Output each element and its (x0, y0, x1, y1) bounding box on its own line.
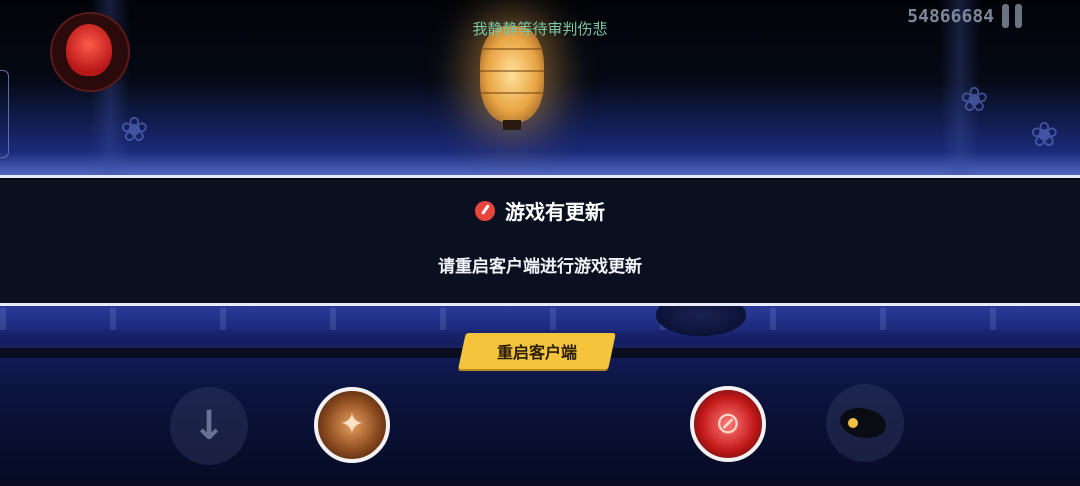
pause-button[interactable] (1002, 4, 1024, 28)
fire-skill-icon: ✦ (339, 407, 365, 442)
restart-client-label: 重启客户端 (496, 343, 577, 362)
dialog-title-text: 游戏有更新 (505, 200, 605, 224)
slash-skill-button[interactable]: ⊘ (690, 386, 766, 462)
window-strip-decor (0, 308, 1080, 330)
dash-button[interactable] (826, 384, 904, 462)
ninja-mask-icon (66, 24, 112, 76)
side-drawer-tab[interactable] (0, 70, 9, 158)
cloud-swirl-decor: ❀ (120, 110, 149, 150)
shadow-creature-decor (656, 306, 746, 336)
warning-icon (475, 200, 495, 221)
dialog-top-border (0, 175, 1080, 178)
dialog-message: 请重启客户端进行游戏更新 (438, 257, 642, 277)
cloud-swirl-decor: ❀ (1030, 115, 1059, 155)
dash-icon (840, 408, 886, 438)
fire-skill-button[interactable]: ✦ (314, 387, 390, 463)
score-counter: 54866684 (907, 6, 994, 27)
pause-icon (1002, 4, 1009, 28)
lantern-decor (480, 26, 544, 122)
red-slash-skill-icon: ⊘ (715, 406, 741, 441)
down-button[interactable]: ↓ (170, 387, 248, 465)
lantern-cap (503, 120, 521, 130)
dash-eye-decor (848, 418, 858, 428)
cloud-swirl-decor: ❀ (960, 80, 989, 120)
player-avatar[interactable] (50, 12, 130, 92)
down-arrow-icon: ↓ (192, 403, 226, 449)
restart-client-button[interactable]: 重启客户端 (458, 333, 616, 369)
dialog-title: 游戏有更新 (0, 196, 1080, 225)
